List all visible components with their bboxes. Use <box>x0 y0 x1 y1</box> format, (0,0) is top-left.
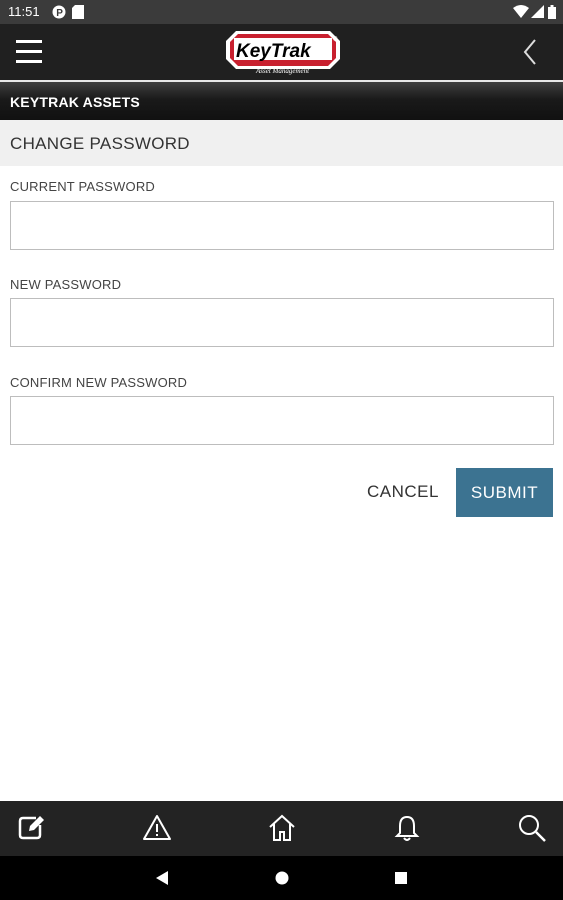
recents-square-icon[interactable] <box>394 870 408 891</box>
cancel-button[interactable]: CANCEL <box>356 468 450 516</box>
bell-icon[interactable] <box>392 813 422 843</box>
svg-text:Asset Management: Asset Management <box>255 67 310 75</box>
page-header: CHANGE PASSWORD <box>0 120 563 166</box>
home-circle-icon[interactable] <box>275 870 289 891</box>
page-title: CHANGE PASSWORD <box>10 134 190 153</box>
svg-text:KeyTrak: KeyTrak <box>236 41 312 62</box>
confirm-password-field[interactable] <box>10 396 554 445</box>
warning-icon[interactable] <box>142 813 172 843</box>
section-title: KEYTRAK ASSETS <box>10 94 140 110</box>
battery-icon <box>548 5 556 24</box>
app-bar: KeyTrak ® Asset Management <box>0 24 563 80</box>
new-password-label: NEW PASSWORD <box>10 277 122 292</box>
confirm-password-label: CONFIRM NEW PASSWORD <box>10 375 188 390</box>
section-bar: KEYTRAK ASSETS <box>0 80 563 120</box>
svg-text:P: P <box>56 8 63 19</box>
keytrak-logo: KeyTrak ® Asset Management <box>222 29 344 75</box>
system-nav <box>0 856 563 900</box>
chevron-left-icon[interactable] <box>517 38 545 66</box>
home-icon[interactable] <box>267 813 297 843</box>
status-time: 11:51 <box>8 4 40 19</box>
current-password-field[interactable] <box>10 201 554 250</box>
edit-icon[interactable] <box>16 813 46 843</box>
cell-signal-icon <box>531 5 544 23</box>
hamburger-menu-icon[interactable] <box>14 36 46 68</box>
wifi-icon <box>513 5 529 23</box>
new-password-field[interactable] <box>10 298 554 347</box>
p-notification-icon: P <box>52 5 66 24</box>
sd-card-icon <box>72 5 84 24</box>
current-password-label: CURRENT PASSWORD <box>10 179 156 194</box>
submit-button[interactable]: SUBMIT <box>456 468 553 517</box>
search-icon[interactable] <box>517 813 547 843</box>
status-bar: 11:51 P <box>0 0 563 24</box>
svg-text:®: ® <box>333 36 338 43</box>
bottom-nav <box>0 801 563 856</box>
back-triangle-icon[interactable] <box>155 870 169 891</box>
